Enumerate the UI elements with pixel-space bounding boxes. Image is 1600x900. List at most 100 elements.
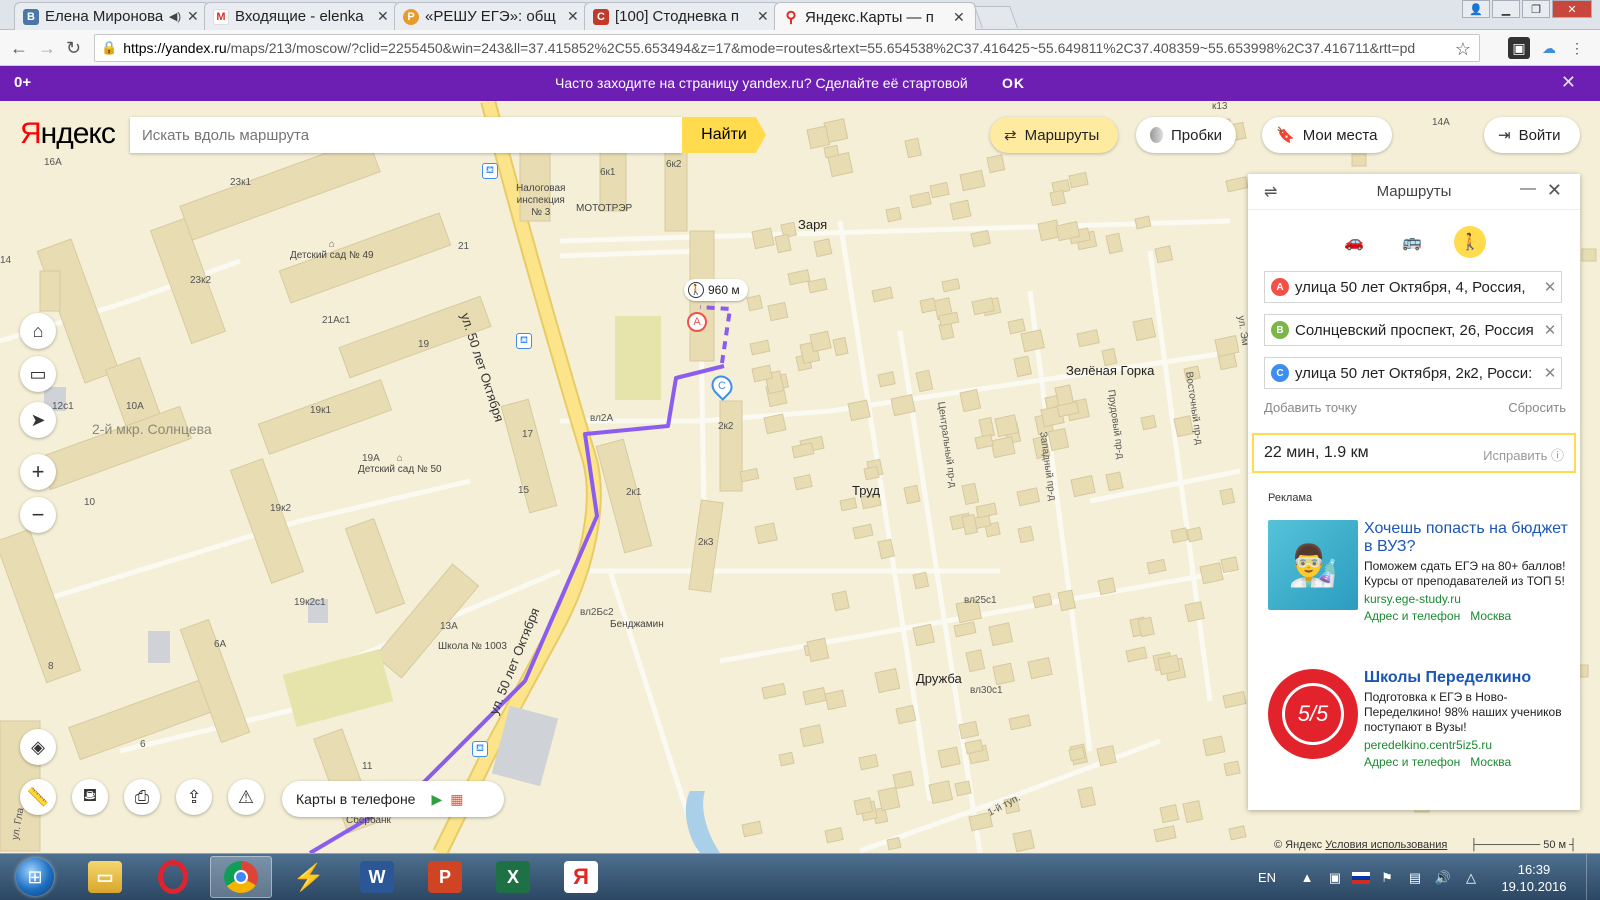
taskbar-app[interactable]: ⚡ (278, 856, 340, 898)
search-input[interactable] (142, 126, 682, 144)
clear-icon[interactable]: ✕ (1539, 321, 1561, 339)
start-button[interactable]: ⊞ (8, 856, 62, 898)
zoom-in-button[interactable]: + (20, 454, 56, 490)
route-point-a-marker[interactable]: А (687, 312, 707, 332)
moto-shop-label[interactable]: МОТОТРЭР (576, 203, 632, 214)
bookmark-star-icon[interactable]: ☆ (1455, 39, 1471, 60)
browser-tab-stodnevka[interactable]: С [100] Стодневка п ✕ (584, 2, 780, 30)
traffic-button[interactable]: Пробки (1136, 117, 1236, 153)
reset-link[interactable]: Сбросить (1508, 400, 1566, 415)
geolocation-icon[interactable]: ➤ (20, 402, 56, 438)
clear-icon[interactable]: ✕ (1539, 364, 1561, 382)
browser-tab-gmail[interactable]: M Входящие - elenka ✕ (204, 2, 400, 30)
close-icon[interactable]: ✕ (1561, 72, 1576, 93)
clock[interactable]: 16:39 19.10.2016 (1488, 861, 1580, 895)
ad-headline[interactable]: Школы Переделкино (1364, 669, 1574, 687)
tax-office-label[interactable]: Налоговая инспекция № 3 (516, 183, 565, 219)
bus-stop-icon[interactable]: ⛾ (472, 741, 488, 757)
minimize-icon[interactable]: — (1520, 180, 1536, 198)
add-point-link[interactable]: Добавить точку (1264, 400, 1357, 415)
ad-item[interactable]: 👨‍🔬 Хочешь попасть на бюджет в ВУЗ? Помо… (1268, 520, 1568, 640)
maximize-icon[interactable]: ❐ (1522, 0, 1550, 18)
ruler-icon[interactable]: 📏 (20, 779, 56, 815)
google-drive-icon[interactable]: △ (1460, 870, 1482, 886)
taskbar-yandex[interactable]: Я (550, 856, 612, 898)
close-tab-icon[interactable]: ✕ (187, 8, 201, 25)
work-icon[interactable]: ▭ (20, 356, 56, 392)
kindergarten-49-label[interactable]: ⌂ Детский сад № 49 (290, 239, 374, 261)
clear-icon[interactable]: ✕ (1539, 278, 1561, 296)
address-bar[interactable]: 🔒 https://yandex.ru/maps/213/moscow/?cli… (94, 34, 1480, 62)
share-icon[interactable]: ⇪ (176, 779, 212, 815)
close-tab-icon[interactable]: ✕ (757, 8, 771, 25)
user-icon[interactable]: 👤 (1462, 0, 1490, 18)
reload-icon[interactable]: ↻ (66, 38, 81, 59)
yandex-logo[interactable]: Яндекс (20, 117, 116, 151)
volume-icon[interactable]: 🔊 (1432, 870, 1454, 886)
print-icon[interactable]: ⎙ (124, 779, 160, 815)
point-address[interactable]: улица 50 лет Октября, 2к2, Росси: (1295, 365, 1539, 382)
close-tab-icon[interactable]: ✕ (377, 8, 391, 25)
back-icon[interactable]: ← (10, 38, 28, 59)
browser-tab-vk[interactable]: В Елена Миронова ◀) ✕ (14, 2, 210, 30)
promo-ok-button[interactable]: OK (1002, 75, 1025, 91)
language-indicator[interactable]: EN (1258, 870, 1276, 885)
ad-image[interactable]: 👨‍🔬 (1268, 520, 1358, 610)
forward-icon[interactable]: → (38, 38, 56, 59)
find-button[interactable]: Найти (682, 117, 766, 153)
restaurant-label[interactable]: Бенджамин (610, 619, 664, 630)
ad-address-link[interactable]: Адрес и телефон (1364, 755, 1460, 769)
route-point-c-field[interactable]: C улица 50 лет Октября, 2к2, Росси: ✕ (1264, 357, 1562, 389)
route-point-b-field[interactable]: B Солнцевский проспект, 26, Россия ✕ (1264, 314, 1562, 346)
taskbar-word[interactable]: W (346, 856, 408, 898)
kindergarten-50-label[interactable]: ⌂ Детский сад № 50 (358, 453, 442, 475)
ad-city-link[interactable]: Москва (1470, 609, 1511, 623)
ad-url[interactable]: kursy.ege-study.ru (1364, 592, 1574, 606)
close-icon[interactable]: ✕ (1547, 180, 1562, 201)
speaker-icon[interactable]: ◀) (169, 10, 181, 23)
walking-distance-badge[interactable]: 🚶 960 м (684, 279, 748, 301)
taskbar-powerpoint[interactable]: P (414, 856, 476, 898)
tray-app-icon[interactable]: ▣ (1324, 870, 1346, 886)
browser-tab-reshuege[interactable]: Р «РЕШУ ЕГЭ»: общ ✕ (394, 2, 590, 30)
maps-on-phone-button[interactable]: Карты в телефоне ▶ ▦ (282, 781, 504, 817)
ad-address-link[interactable]: Адрес и телефон (1364, 609, 1460, 623)
school-label[interactable]: Школа № 1003 (438, 641, 507, 652)
ad-url[interactable]: peredelkino.centr5iz5.ru (1364, 738, 1574, 752)
my-places-button[interactable]: 🔖 Мои места (1262, 117, 1392, 153)
close-window-icon[interactable]: ✕ (1552, 0, 1592, 18)
ad-city-link[interactable]: Москва (1470, 755, 1511, 769)
map-canvas[interactable]: 16А 23к1 14 23к2 21 21Ас1 19 19к1 12с1 1… (0, 101, 1600, 853)
point-address[interactable]: улица 50 лет Октября, 4, Россия, (1295, 279, 1539, 296)
point-address[interactable]: Солнцевский проспект, 26, Россия (1295, 322, 1539, 339)
russian-flag-icon[interactable] (1352, 871, 1370, 884)
route-point-a-field[interactable]: A улица 50 лет Октября, 4, Россия, ✕ (1264, 271, 1562, 303)
show-desktop-button[interactable] (1586, 854, 1600, 900)
layers-icon[interactable]: ◈ (20, 729, 56, 765)
cloud-extension-icon[interactable]: ☁ (1538, 37, 1560, 59)
zoom-out-button[interactable]: − (20, 497, 56, 533)
taskbar-chrome[interactable] (210, 856, 272, 898)
car-mode-icon[interactable]: 🚗 (1338, 226, 1370, 258)
taskbar-opera[interactable] (142, 856, 204, 898)
bus-stop-icon[interactable]: ⛾ (482, 163, 498, 179)
ad-image[interactable]: 5/5 (1268, 669, 1358, 759)
route-result[interactable]: 22 мин, 1.9 км Исправить ⓘ (1252, 433, 1576, 473)
new-tab-button[interactable] (973, 6, 1019, 28)
action-center-flag-icon[interactable]: ⚑ (1376, 870, 1398, 886)
close-tab-icon[interactable]: ✕ (953, 9, 967, 26)
fix-route-link[interactable]: Исправить ⓘ (1483, 445, 1564, 464)
login-button[interactable]: ⇥ Войти (1484, 117, 1580, 153)
show-hidden-icons[interactable]: ▲ (1296, 870, 1318, 886)
extension-icon[interactable]: ▣ (1508, 37, 1530, 59)
warning-icon[interactable]: ⚠ (228, 779, 264, 815)
network-icon[interactable]: ▤ (1404, 870, 1426, 886)
routes-button[interactable]: ⇄ Маршруты (990, 117, 1118, 153)
ad-headline[interactable]: Хочешь попасть на бюджет в ВУЗ? (1364, 520, 1574, 556)
bus-stop-icon[interactable]: ⛾ (516, 333, 532, 349)
route-search-box[interactable] (130, 117, 682, 153)
taskbar-explorer[interactable]: ▭ (74, 856, 136, 898)
panorama-icon[interactable]: ⛾ (72, 779, 108, 815)
menu-icon[interactable]: ⋮ (1566, 37, 1588, 59)
ad-item[interactable]: 5/5 Школы Переделкино Подготовка к ЕГЭ в… (1268, 669, 1568, 789)
